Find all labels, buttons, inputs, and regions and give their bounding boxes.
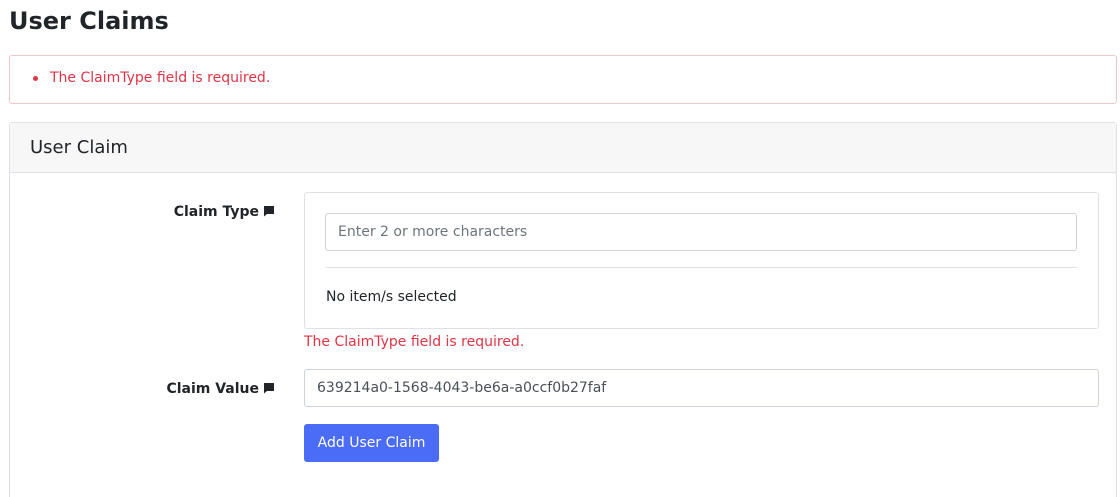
claim-type-error: The ClaimType field is required. — [304, 334, 525, 350]
claim-type-search-input[interactable] — [325, 213, 1077, 251]
claim-type-label-text: Claim Type — [173, 204, 259, 220]
picker-divider — [325, 267, 1077, 268]
card-header: User Claim — [10, 123, 1116, 173]
card-title: User Claim — [30, 137, 128, 158]
page-title: User Claims — [9, 7, 169, 35]
no-items-selected-text: No item/s selected — [326, 289, 457, 305]
add-user-claim-button[interactable]: Add User Claim — [304, 424, 439, 462]
validation-summary-item: The ClaimType field is required. — [50, 70, 271, 86]
comment-icon[interactable] — [263, 205, 275, 217]
claim-type-picker: No item/s selected — [304, 192, 1099, 329]
comment-icon[interactable] — [263, 382, 275, 394]
bullet-icon — [33, 76, 38, 81]
claim-value-input[interactable] — [304, 369, 1099, 407]
claim-value-label-row: Claim Value — [10, 379, 275, 399]
user-claim-card: User Claim Claim Type No item/s selected… — [9, 122, 1117, 497]
claim-type-label-row: Claim Type — [10, 202, 275, 222]
claim-value-label: Claim Value — [15, 379, 275, 399]
user-claims-page: User Claims The ClaimType field is requi… — [0, 0, 1120, 497]
claim-type-label: Claim Type — [15, 202, 275, 222]
claim-value-label-text: Claim Value — [166, 381, 259, 397]
validation-summary: The ClaimType field is required. — [9, 55, 1117, 104]
